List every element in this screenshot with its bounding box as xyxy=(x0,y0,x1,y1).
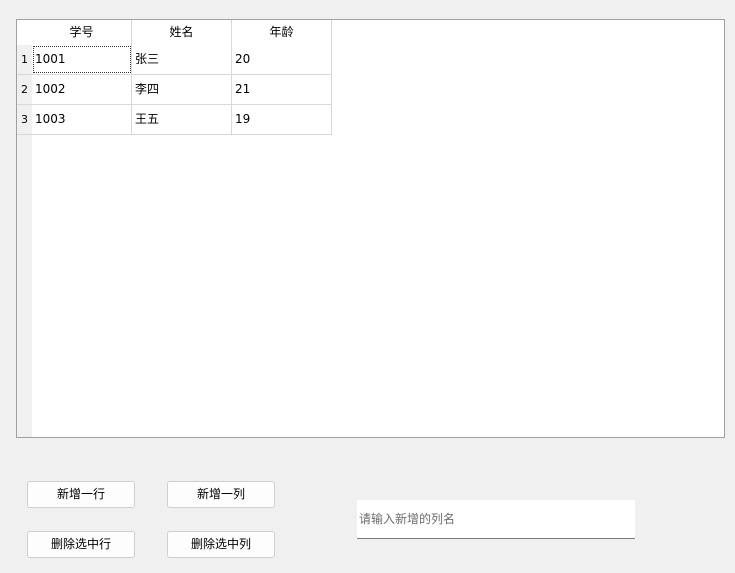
table-cell-age[interactable]: 19 xyxy=(232,105,332,134)
table-row: 1 1001 张三 20 xyxy=(17,45,332,75)
table-cell-id[interactable]: 1002 xyxy=(32,75,132,104)
table-cell-id[interactable]: 1001 xyxy=(32,45,132,74)
table-body: 1 1001 张三 20 2 1002 李四 21 3 1003 王五 19 xyxy=(17,45,332,135)
table-corner-button[interactable] xyxy=(17,20,32,45)
add-column-button[interactable]: 新增一列 xyxy=(167,481,275,508)
row-header[interactable]: 1 xyxy=(17,45,32,74)
column-header-id[interactable]: 学号 xyxy=(32,20,132,46)
data-table[interactable]: 学号 姓名 年龄 1 1001 张三 20 2 1002 李四 21 3 100… xyxy=(16,19,725,438)
delete-selected-row-button[interactable]: 删除选中行 xyxy=(27,531,135,558)
delete-selected-column-button[interactable]: 删除选中列 xyxy=(167,531,275,558)
table-cell-id[interactable]: 1003 xyxy=(32,105,132,134)
table-row: 3 1003 王五 19 xyxy=(17,105,332,135)
column-header-row: 学号 姓名 年龄 xyxy=(32,20,332,46)
table-row: 2 1002 李四 21 xyxy=(17,75,332,105)
table-cell-name[interactable]: 张三 xyxy=(132,45,232,74)
add-row-button[interactable]: 新增一行 xyxy=(27,481,135,508)
row-header[interactable]: 3 xyxy=(17,105,32,134)
column-header-age[interactable]: 年龄 xyxy=(232,20,332,46)
table-cell-name[interactable]: 李四 xyxy=(132,75,232,104)
new-column-name-input[interactable] xyxy=(357,500,635,539)
table-cell-age[interactable]: 21 xyxy=(232,75,332,104)
table-cell-age[interactable]: 20 xyxy=(232,45,332,74)
table-cell-name[interactable]: 王五 xyxy=(132,105,232,134)
main-window: 学号 姓名 年龄 1 1001 张三 20 2 1002 李四 21 3 100… xyxy=(0,0,735,573)
column-header-name[interactable]: 姓名 xyxy=(132,20,232,46)
row-header[interactable]: 2 xyxy=(17,75,32,104)
